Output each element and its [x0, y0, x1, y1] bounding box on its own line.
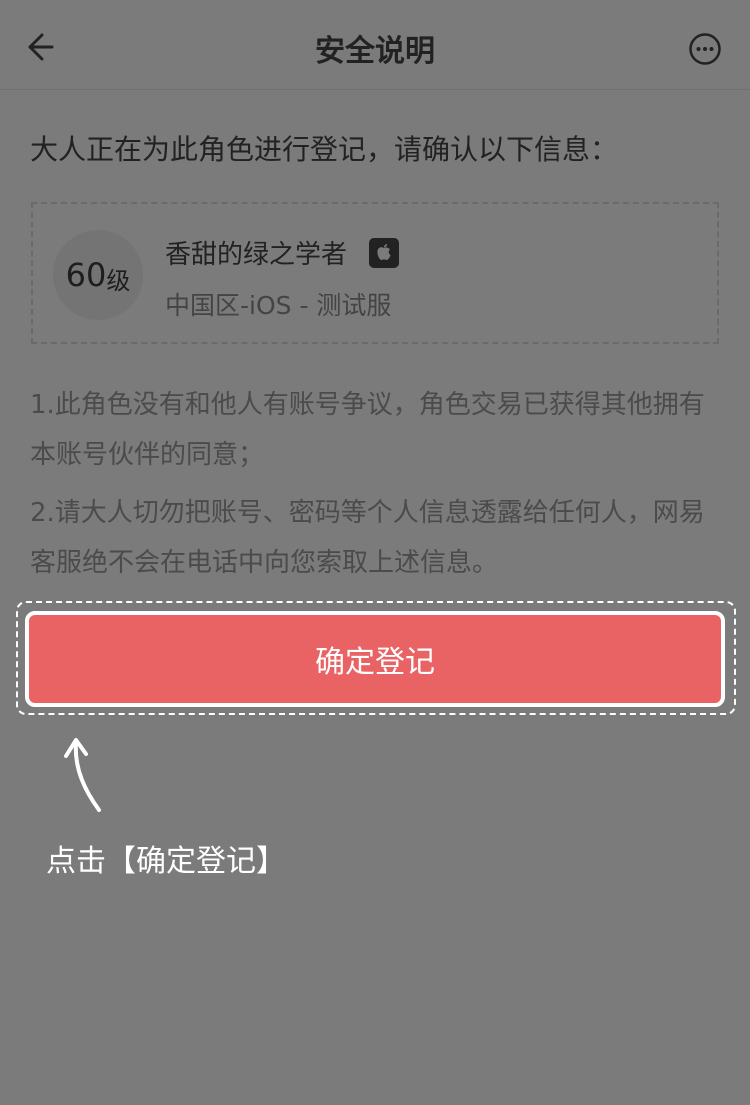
- role-server: 中国区-iOS - 测试服: [165, 291, 392, 320]
- note-item: 1.此角色没有和他人有账号争议，角色交易已获得其他拥有本账号伙伴的同意；: [30, 390, 705, 470]
- level-unit: 级: [106, 266, 131, 295]
- apple-icon: [369, 238, 399, 268]
- level-badge: 60 级: [53, 230, 143, 320]
- role-name: 香甜的绿之学者: [165, 240, 348, 270]
- level-number: 60: [65, 256, 107, 294]
- hint-text: 点击【确定登记】: [46, 844, 286, 879]
- confirm-register-button[interactable]: 确定登记: [25, 611, 725, 707]
- note-item: 2.请大人切勿把账号、密码等个人信息透露给任何人，网易客服绝不会在电话中向您索取…: [30, 498, 705, 578]
- intro-text: 大人正在为此角色进行登记，请确认以下信息：: [30, 133, 619, 166]
- more-circle-icon[interactable]: [688, 32, 722, 66]
- role-card: 60 级 香甜的绿之学者 中国区-iOS - 测试服: [31, 202, 719, 344]
- nav-bar: 安全说明: [0, 0, 750, 90]
- page-title: 安全说明: [315, 34, 435, 69]
- arrow-up-icon: [64, 738, 101, 812]
